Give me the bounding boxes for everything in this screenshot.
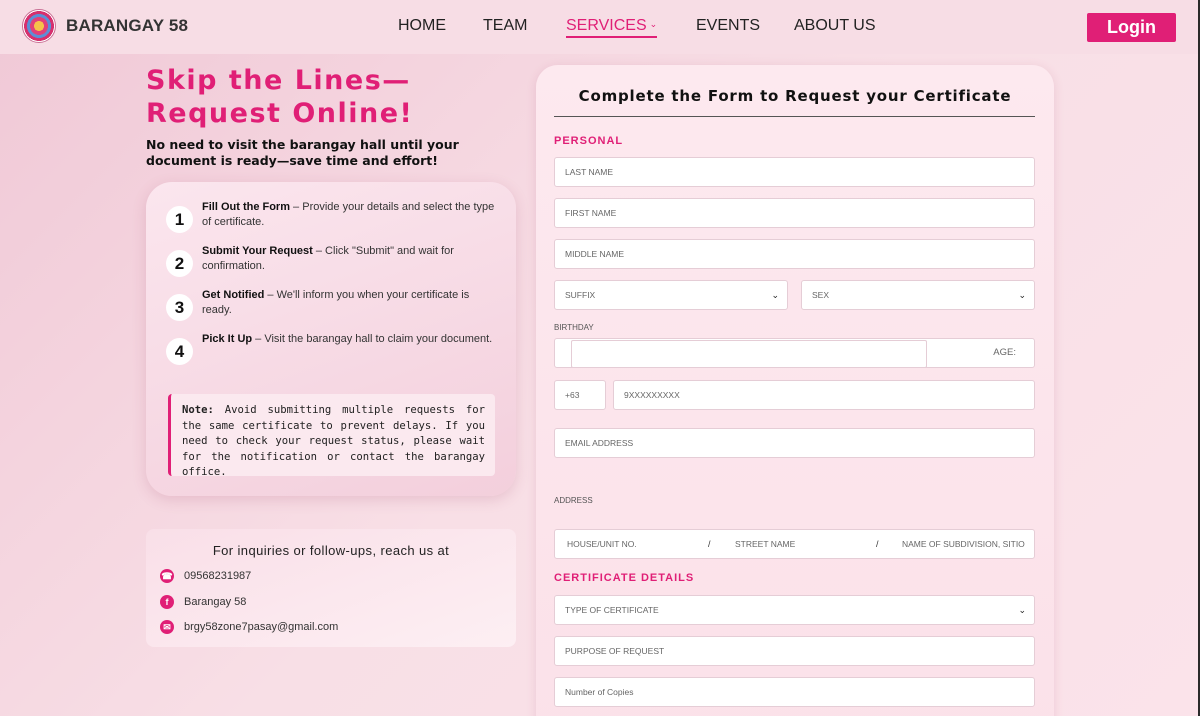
step-title: Fill Out the Form <box>202 201 290 213</box>
facebook-link[interactable]: Barangay 58 <box>184 596 246 608</box>
chevron-down-icon: ⌄ <box>1018 290 1026 300</box>
page-subtitle: No need to visit the barangay hall until… <box>146 137 459 168</box>
last-name-input[interactable]: LAST NAME <box>554 157 1035 187</box>
nav-team[interactable]: TEAM <box>483 17 527 35</box>
address-row: HOUSE/UNIT NO. / STREET NAME / NAME OF S… <box>554 529 1035 559</box>
form-title: Complete the Form to Request your Certif… <box>578 87 1012 105</box>
first-name-input[interactable]: FIRST NAME <box>554 198 1035 228</box>
section-personal: PERSONAL <box>554 135 624 147</box>
suffix-select-value: SUFFIX <box>565 290 596 300</box>
certificate-type-value: TYPE OF CERTIFICATE <box>565 605 659 615</box>
birthday-label: BIRTHDAY <box>554 323 594 332</box>
chevron-down-icon: ⌄ <box>1018 605 1026 615</box>
nav-menu: HOME TEAM SERVICES ⌄ EVENTS ABOUT US <box>0 0 1200 54</box>
step-title: Pick It Up <box>202 333 253 345</box>
contact-title: For inquiries or follow-ups, reach us at <box>212 543 450 558</box>
nav-about-us[interactable]: ABOUT US <box>794 17 876 35</box>
facebook-icon: f <box>160 595 174 609</box>
contact-card: For inquiries or follow-ups, reach us at… <box>146 529 516 647</box>
step-title: Submit Your Request <box>202 245 313 257</box>
login-button[interactable]: Login <box>1087 13 1176 42</box>
middle-name-input[interactable]: MIDDLE NAME <box>554 239 1035 269</box>
certificate-type-select[interactable]: TYPE OF CERTIFICATE ⌄ <box>554 595 1035 625</box>
street-input[interactable]: STREET NAME <box>735 530 795 558</box>
birthday-input[interactable] <box>571 340 927 368</box>
step-number: 3 <box>166 294 193 321</box>
suffix-select[interactable]: SUFFIX ⌄ <box>554 280 788 310</box>
title-line-2: Request Online! <box>146 98 414 129</box>
subdivision-input[interactable]: NAME OF SUBDIVISION, SITIO <box>902 530 1025 558</box>
house-input[interactable]: HOUSE/UNIT NO. <box>567 530 637 558</box>
chevron-down-icon: ⌄ <box>771 290 779 300</box>
nav-services[interactable]: SERVICES ⌄ <box>566 17 658 38</box>
birthday-row: AGE: <box>554 338 1035 368</box>
age-label: AGE: <box>993 347 1016 358</box>
phone-input[interactable]: 9XXXXXXXXX <box>613 380 1035 410</box>
address-separator: / <box>708 539 711 549</box>
step-text: Get Notified – We'll inform you when you… <box>202 288 496 318</box>
step-title: Get Notified <box>202 289 265 301</box>
step-desc: – Visit the barangay hall to claim your … <box>252 333 493 345</box>
section-certificate: CERTIFICATE DETAILS <box>554 572 695 584</box>
copies-input[interactable]: Number of Copies <box>554 677 1035 707</box>
contact-phone: ☎ 09568231987 <box>160 569 251 583</box>
title-line-1: Skip the Lines— <box>146 65 411 96</box>
step-number: 2 <box>166 250 193 277</box>
address-label: ADDRESS <box>554 496 593 505</box>
note-text: Avoid submitting multiple requests for t… <box>182 404 485 478</box>
email-input[interactable]: EMAIL ADDRESS <box>554 428 1035 458</box>
email-link[interactable]: brgy58zone7pasay@gmail.com <box>184 621 338 633</box>
chevron-down-icon: ⌄ <box>649 19 658 29</box>
divider <box>554 116 1035 117</box>
sex-select-value: SEX <box>812 290 830 300</box>
mail-icon: ✉ <box>160 620 174 634</box>
contact-email: ✉ brgy58zone7pasay@gmail.com <box>160 620 338 634</box>
nav-events[interactable]: EVENTS <box>696 17 760 35</box>
top-navbar: BARANGAY 58 HOME TEAM SERVICES ⌄ EVENTS A… <box>0 0 1200 54</box>
address-separator: / <box>876 539 879 549</box>
step-number: 1 <box>166 206 193 233</box>
note-label: Note: <box>182 404 214 416</box>
step-number: 4 <box>166 338 193 365</box>
phone-number: 09568231987 <box>184 570 252 582</box>
step-text: Pick It Up – Visit the barangay hall to … <box>202 332 496 347</box>
step-text: Fill Out the Form – Provide your details… <box>202 200 496 230</box>
purpose-input[interactable]: PURPOSE OF REQUEST <box>554 636 1035 666</box>
page-title: Skip the Lines— Request Online! <box>146 64 446 130</box>
note-box: Note: Avoid submitting multiple requests… <box>168 394 495 478</box>
sex-select[interactable]: SEX ⌄ <box>801 280 1035 310</box>
nav-services-label: SERVICES <box>566 17 647 34</box>
step-text: Submit Your Request – Click "Submit" and… <box>202 244 496 274</box>
nav-home[interactable]: HOME <box>398 17 446 35</box>
contact-facebook: f Barangay 58 <box>160 595 246 609</box>
phone-icon: ☎ <box>160 569 174 583</box>
steps-card: 1 Fill Out the Form – Provide your detai… <box>146 182 516 496</box>
country-code-field[interactable]: +63 <box>554 380 606 410</box>
request-form: Complete the Form to Request your Certif… <box>536 65 1054 716</box>
